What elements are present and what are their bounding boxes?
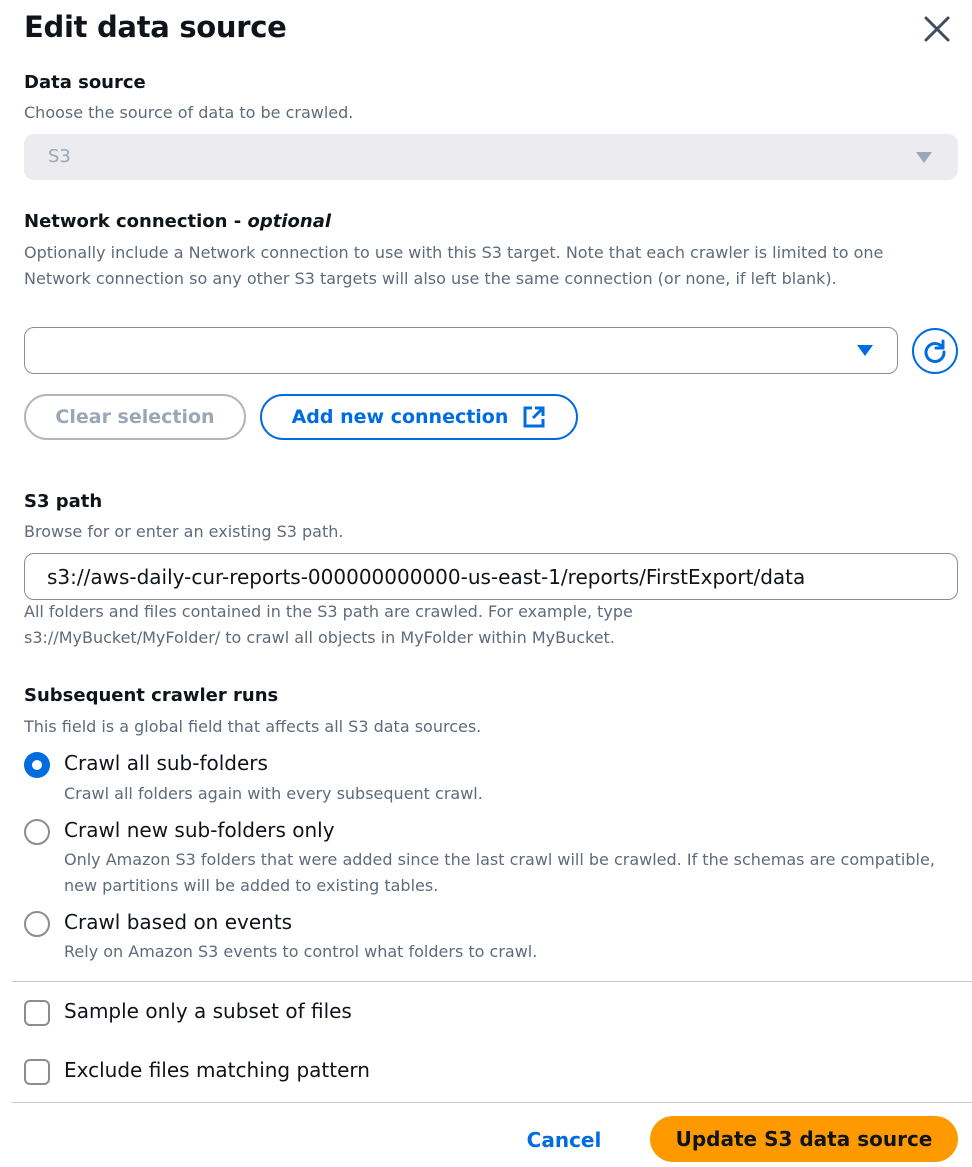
network-connection-select[interactable] — [24, 327, 898, 374]
radio-crawl-based-on-events[interactable] — [24, 911, 50, 937]
modal-title: Edit data source — [24, 10, 287, 44]
close-icon — [924, 16, 950, 42]
checkbox-exclude-pattern[interactable] — [24, 1059, 50, 1085]
data-source-value: S3 — [48, 146, 71, 167]
checkbox-label-exclude-pattern: Exclude files matching pattern — [64, 1058, 370, 1082]
refresh-icon — [924, 339, 946, 363]
s3-path-help-line-2: s3://MyBucket/MyFolder/ to crawl all obj… — [24, 628, 615, 647]
radio-label-crawl-all: Crawl all sub-folders — [64, 751, 268, 775]
clear-selection-button[interactable]: Clear selection — [24, 394, 246, 440]
subsequent-runs-label: Subsequent crawler runs — [24, 685, 279, 706]
update-s3-data-source-button[interactable]: Update S3 data source — [650, 1116, 958, 1162]
external-link-icon — [523, 406, 545, 428]
cancel-label: Cancel — [526, 1128, 602, 1152]
radio-label-crawl-events: Crawl based on events — [64, 910, 293, 934]
radio-description-crawl-new: Only Amazon S3 folders that were added s… — [64, 850, 935, 895]
data-source-select: S3 — [24, 134, 958, 180]
refresh-button[interactable] — [912, 328, 958, 374]
s3-path-help-line-1: All folders and files contained in the S… — [24, 602, 633, 621]
subsequent-runs-description: This field is a global field that affect… — [24, 717, 482, 736]
radio-crawl-new-sub-folders[interactable] — [24, 819, 50, 845]
caret-down-icon — [857, 345, 873, 356]
s3-path-input[interactable]: s3://aws-daily-cur-reports-000000000000-… — [24, 553, 958, 600]
radio-crawl-all-sub-folders[interactable] — [24, 752, 50, 778]
cancel-button[interactable]: Cancel — [514, 1118, 614, 1162]
s3-path-description: Browse for or enter an existing S3 path. — [24, 522, 344, 541]
footer-divider — [12, 1102, 972, 1103]
network-connection-label-text: Network connection - — [24, 211, 248, 232]
radio-description-crawl-all: Crawl all folders again with every subse… — [64, 784, 483, 803]
add-new-connection-button[interactable]: Add new connection — [260, 394, 578, 440]
checkbox-label-sample-subset: Sample only a subset of files — [64, 999, 352, 1023]
network-connection-label: Network connection - optional — [24, 211, 331, 232]
clear-selection-label: Clear selection — [55, 406, 215, 428]
caret-down-icon — [916, 152, 932, 163]
divider — [12, 981, 972, 982]
s3-path-value: s3://aws-daily-cur-reports-000000000000-… — [47, 565, 806, 589]
close-button[interactable] — [918, 10, 956, 48]
add-new-connection-label: Add new connection — [291, 406, 509, 428]
data-source-description: Choose the source of data to be crawled. — [24, 103, 354, 122]
data-source-label: Data source — [24, 72, 146, 93]
network-connection-description: Optionally include a Network connection … — [24, 243, 884, 288]
checkbox-sample-subset[interactable] — [24, 1000, 50, 1026]
radio-description-crawl-events: Rely on Amazon S3 events to control what… — [64, 942, 538, 961]
s3-path-label: S3 path — [24, 491, 103, 512]
radio-label-crawl-new: Crawl new sub-folders only — [64, 818, 335, 842]
update-s3-data-source-label: Update S3 data source — [675, 1127, 933, 1151]
optional-text: optional — [247, 211, 332, 232]
